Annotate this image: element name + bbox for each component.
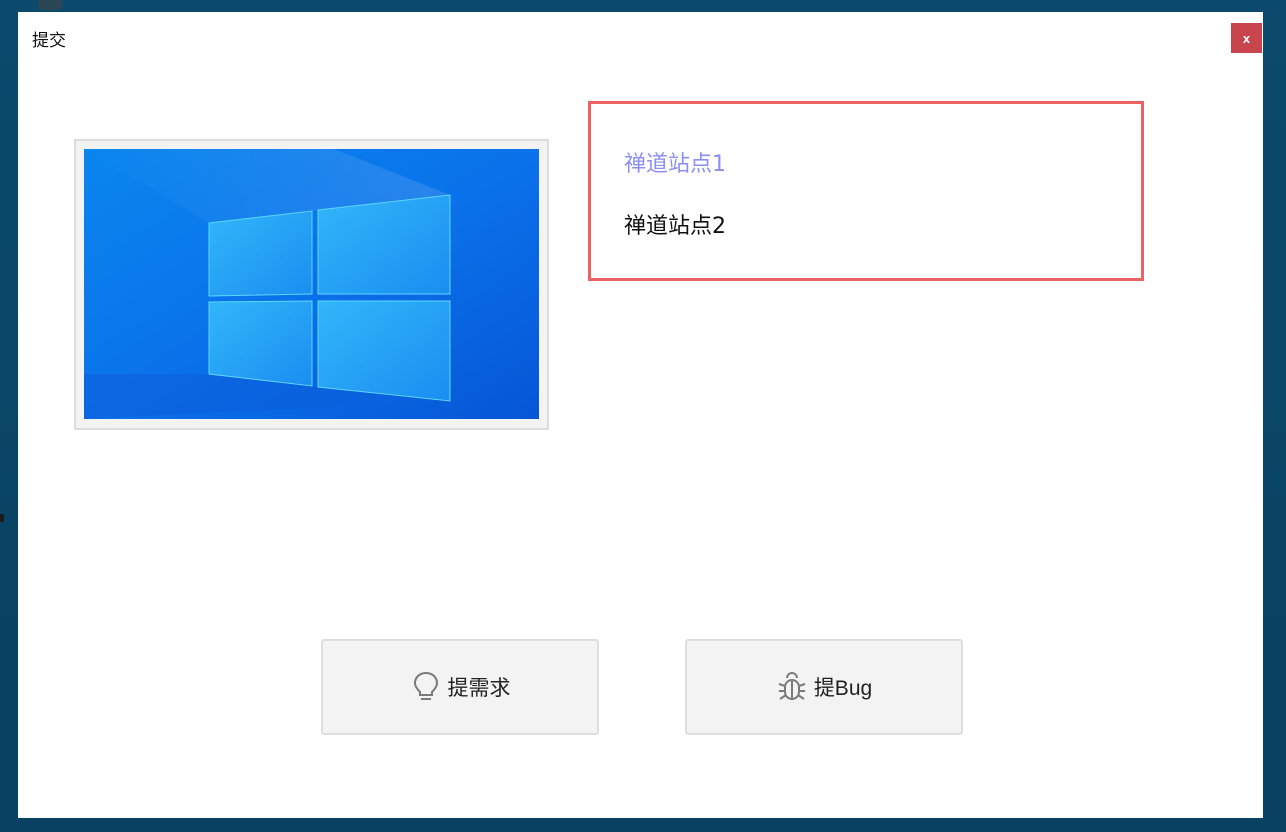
lightbulb-icon [410,670,442,704]
close-icon: x [1242,30,1251,46]
submit-dialog: 提交 x 禅道站点1 禅道站点2 提需求 提Bug [18,12,1263,818]
screenshot-image [84,149,539,419]
dialog-title: 提交 [32,31,66,51]
site-item-1[interactable]: 禅道站点1 [624,146,726,178]
submit-story-label: 提需求 [447,677,511,700]
submit-bug-button[interactable]: 提Bug [685,639,963,735]
screenshot-preview [74,139,549,430]
submit-bug-label: 提Bug [813,677,873,700]
desktop-edge-mark [0,514,4,522]
windows-wallpaper-image [84,149,539,419]
close-button[interactable]: x [1231,23,1262,53]
site-list: 禅道站点1 禅道站点2 [588,101,1144,281]
submit-story-button[interactable]: 提需求 [321,639,599,735]
desktop-icon-fragment [38,0,62,10]
site-item-2[interactable]: 禅道站点2 [624,208,726,240]
bug-icon [776,670,808,704]
